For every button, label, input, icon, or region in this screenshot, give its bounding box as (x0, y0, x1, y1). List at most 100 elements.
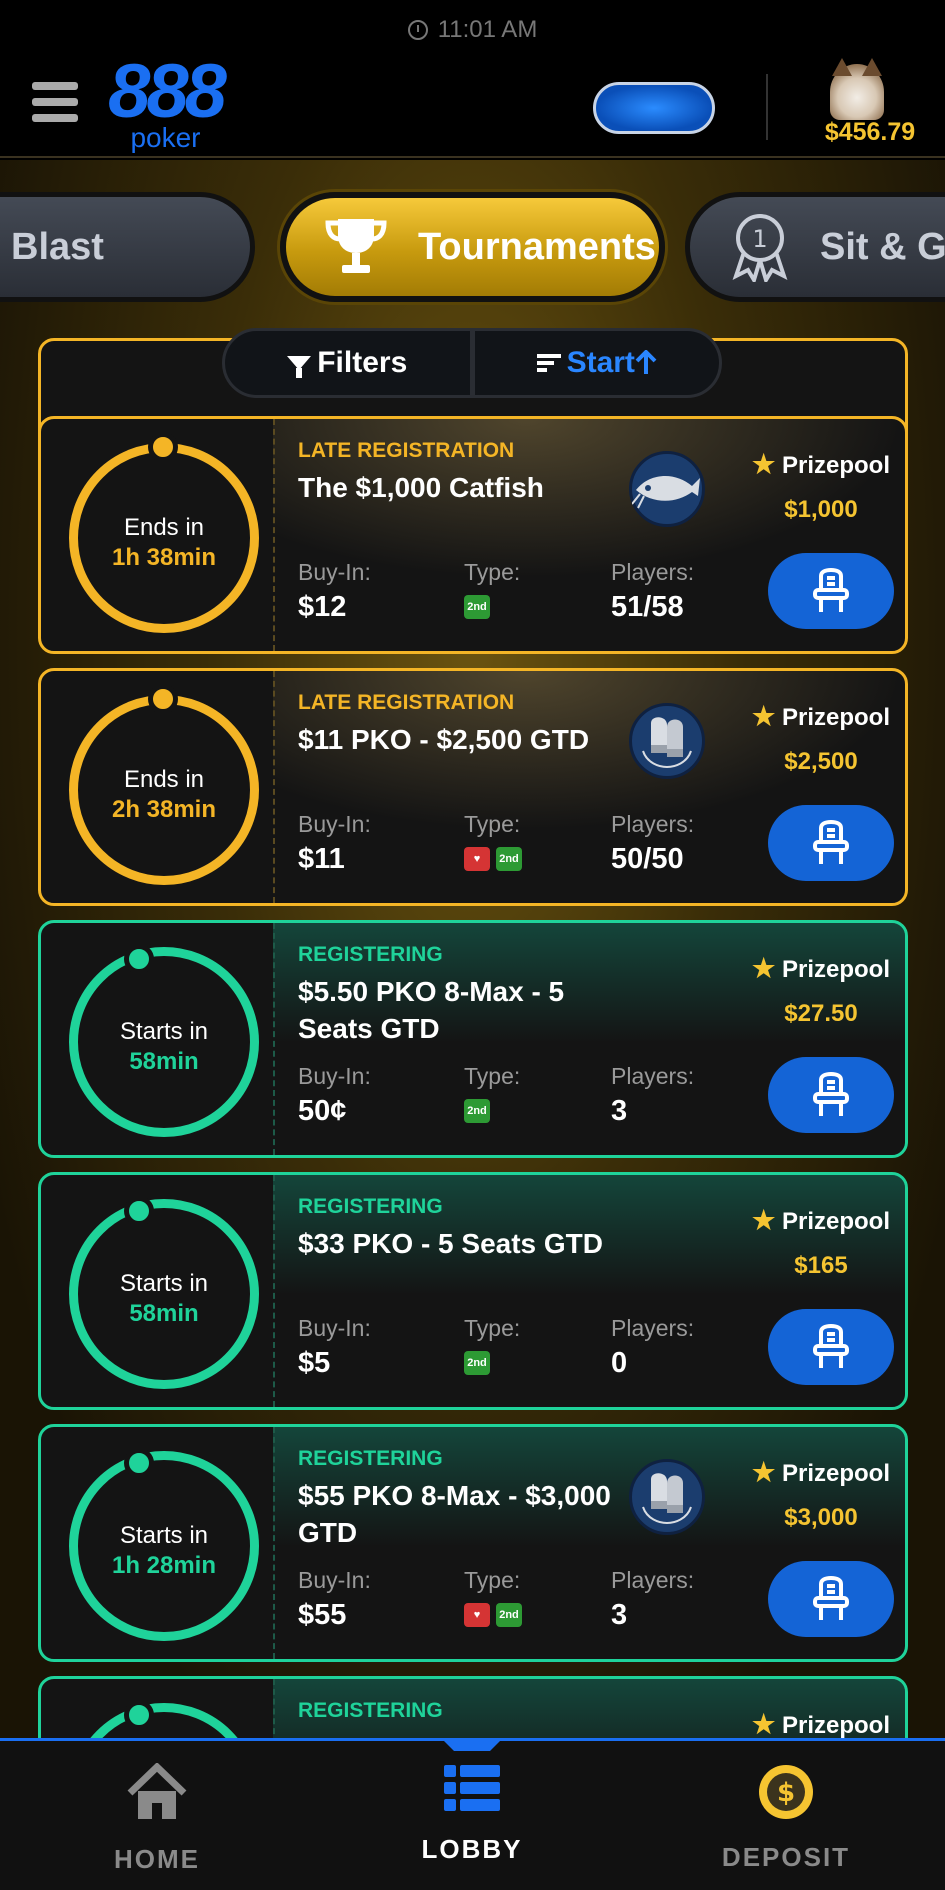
tournament-card[interactable]: Starts in 58min REGISTERING $5.50 PKO 8-Max… (38, 920, 908, 1158)
filter-icon (287, 356, 312, 378)
register-seat-button[interactable] (768, 1309, 894, 1385)
type-label: Type: (464, 811, 521, 837)
buyin-value: $12 (298, 591, 347, 623)
tournament-title: The $1,000 Catfish (298, 472, 544, 503)
arrow-up-icon (635, 350, 657, 374)
prizepool: ★ Prizepool $27.50 (741, 953, 901, 1028)
lobby-content[interactable]: Blast Tournaments 1 Sit & Go Filters (0, 160, 945, 1738)
timer-value: 58min (129, 1048, 199, 1075)
nav-home[interactable]: HOME (57, 1762, 257, 1875)
pko-badge-icon: ♥ (464, 847, 490, 871)
prizepool-value: $1,000 (784, 496, 858, 523)
type-label: Type: (464, 1567, 521, 1593)
second-chance-badge-icon: 2nd (496, 847, 522, 871)
second-chance-badge-icon: 2nd (464, 1099, 490, 1123)
star-icon: ★ (752, 701, 776, 731)
players-value: 51/58 (611, 591, 684, 623)
prizepool: ★ Prizepool (752, 1709, 890, 1738)
seat-icon (813, 1072, 849, 1116)
timer-label: Starts in (119, 1018, 209, 1045)
tournament-card[interactable]: Starts in 58min REGISTERING $33 PKO - 5 Sea… (38, 1172, 908, 1410)
second-chance-badge-icon: 2nd (464, 595, 490, 619)
countdown-ring (69, 1700, 259, 1738)
prizepool: ★ Prizepool $165 (741, 1205, 901, 1280)
svg-text:$: $ (777, 1778, 795, 1808)
nav-deposit[interactable]: $ DEPOSIT (686, 1763, 886, 1873)
type-label: Type: (464, 559, 521, 585)
buyin-label: Buy-In: (298, 811, 371, 837)
app-header: 888 poker $456.79 (0, 54, 945, 158)
filter-sort-bar: Filters Start (222, 328, 722, 398)
dollar-coin-icon: $ (759, 1765, 813, 1819)
players-value: 50/50 (611, 843, 684, 875)
nav-lobby[interactable]: LOBBY (372, 1763, 572, 1865)
tournament-title: $11 PKO - $2,500 GTD (298, 724, 590, 755)
second-chance-badge-icon: 2nd (496, 1603, 522, 1627)
tournament-card[interactable]: Starts in 1h 28min REGISTERING $55 PKO 8-Ma… (38, 1424, 908, 1662)
tournament-title: $5.50 PKO 8-Max - 5 Seats GTD (298, 976, 565, 1044)
avatar[interactable] (830, 58, 884, 120)
register-seat-button[interactable] (768, 553, 894, 629)
second-chance-badge-icon: 2nd (464, 1351, 490, 1375)
tournament-card[interactable]: Ends in 2h 38min LATE REGISTRATION $11 PKO … (38, 668, 908, 906)
cashier-button[interactable] (593, 82, 715, 134)
prizepool-value: $165 (794, 1252, 848, 1279)
players-label: Players: (611, 1315, 695, 1341)
status-time: 11:01 AM (437, 16, 538, 43)
buyin-label: Buy-In: (298, 1315, 371, 1341)
tab-tournaments-label: Tournaments (418, 225, 656, 268)
countdown-ring: Starts in 58min (69, 944, 259, 1137)
tournament-card[interactable]: REGISTERING ★ Prizepool (38, 1676, 908, 1738)
players-value: 3 (611, 1095, 628, 1127)
buyin-value: $5 (298, 1347, 331, 1379)
pko-badge-icon: ♥ (464, 1603, 490, 1627)
buyin-label: Buy-In: (298, 1063, 371, 1089)
svg-text:1: 1 (752, 225, 767, 253)
register-seat-button[interactable] (768, 805, 894, 881)
tournament-card[interactable]: Ends in 1h 38min LATE REGISTRATION The $1,0… (38, 416, 908, 654)
countdown-ring: Starts in 1h 28min (69, 1448, 259, 1641)
registration-status: REGISTERING (298, 1195, 443, 1218)
buyin-label: Buy-In: (298, 1567, 371, 1593)
filters-button[interactable]: Filters (225, 331, 470, 395)
buyin-value: $55 (298, 1599, 347, 1631)
timer-value: 2h 38min (111, 796, 217, 823)
registration-status: LATE REGISTRATION (298, 691, 515, 714)
buyin-value: 50¢ (298, 1095, 347, 1127)
countdown-ring: Ends in 1h 38min (69, 432, 259, 633)
catfish-icon (629, 451, 705, 527)
trophy-icon (325, 219, 387, 273)
boxing-gloves-icon (629, 703, 705, 779)
players-label: Players: (611, 1063, 695, 1089)
tab-tournaments[interactable]: Tournaments (280, 192, 665, 302)
timer-label: Ends in (123, 766, 205, 793)
tab-sit-and-go[interactable]: 1 Sit & Go (685, 192, 945, 302)
prizepool-value: $27.50 (784, 1000, 858, 1027)
balance-value[interactable]: $456.79 (800, 118, 940, 147)
prizepool: ★ Prizepool $3,000 (741, 1457, 901, 1532)
tournament-title: $55 PKO 8-Max - $3,000 GTD (298, 1480, 611, 1548)
players-value: 3 (611, 1599, 628, 1631)
brand-logo: 888 poker (108, 49, 227, 153)
countdown-ring: Ends in 2h 38min (69, 684, 259, 885)
header-divider (766, 74, 768, 140)
players-value: 0 (611, 1347, 628, 1379)
home-icon (127, 1762, 187, 1819)
type-label: Type: (464, 1063, 521, 1089)
timer-label: Ends in (123, 514, 205, 541)
register-seat-button[interactable] (768, 1561, 894, 1637)
menu-icon[interactable] (32, 82, 78, 126)
sort-button[interactable]: Start (475, 331, 720, 395)
timer-label: Starts in (119, 1270, 209, 1297)
seat-icon (813, 1576, 849, 1620)
prizepool-value: $3,000 (784, 1504, 858, 1531)
star-icon: ★ (752, 1205, 776, 1235)
register-seat-button[interactable] (768, 1057, 894, 1133)
countdown-ring: Starts in 58min (69, 1196, 259, 1389)
buyin-value: $11 (298, 843, 345, 875)
timer-value: 58min (129, 1300, 199, 1327)
star-icon: ★ (752, 449, 776, 479)
seat-icon (813, 568, 849, 612)
tab-blast[interactable]: Blast (0, 192, 255, 302)
sort-lines-icon (536, 354, 561, 372)
